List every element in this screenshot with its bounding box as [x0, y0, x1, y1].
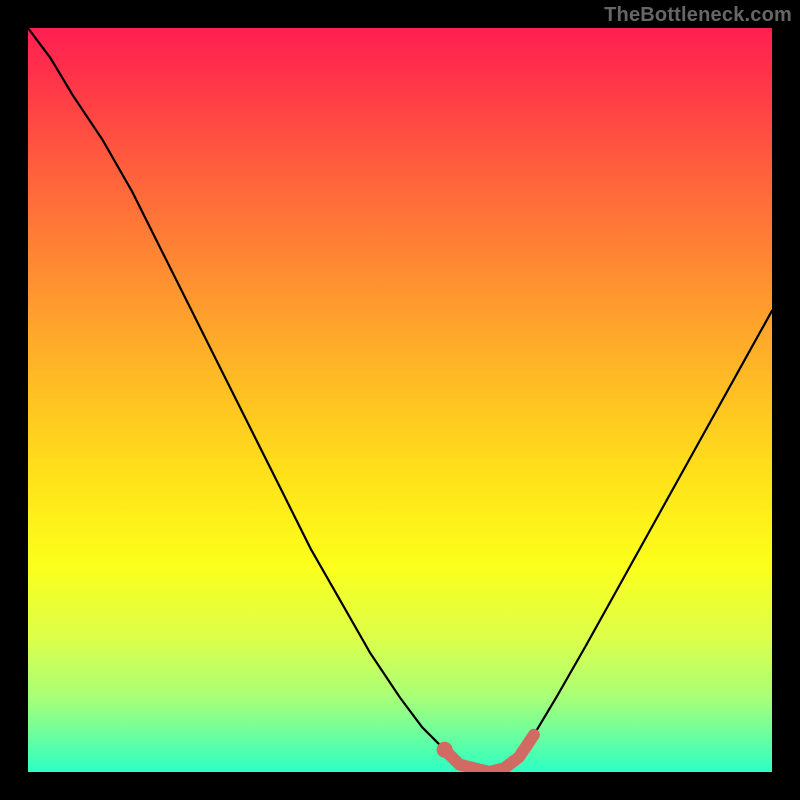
- watermark-text: TheBottleneck.com: [604, 4, 792, 27]
- plot-area: [28, 28, 772, 772]
- chart-frame: TheBottleneck.com: [0, 0, 800, 800]
- highlight-marker: [437, 742, 453, 758]
- bottleneck-curve: [28, 28, 772, 772]
- highlight-segment: [445, 735, 534, 772]
- curve-layer: [28, 28, 772, 772]
